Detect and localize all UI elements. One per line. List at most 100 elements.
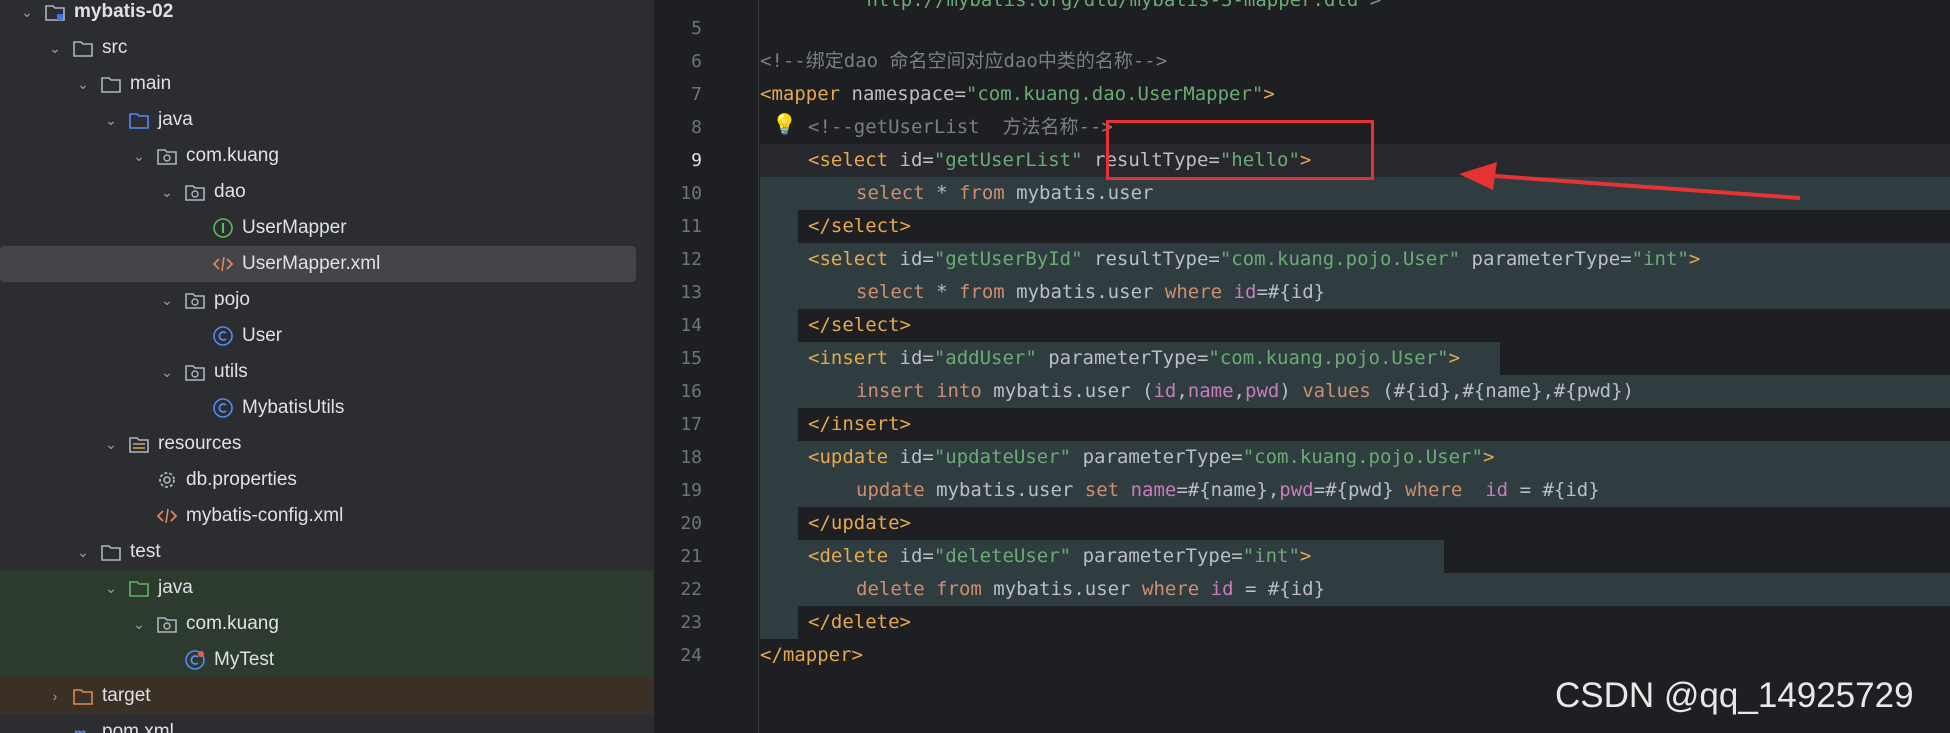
tree-item-dao[interactable]: ⌄ dao (0, 174, 654, 210)
test-source-folder-icon (126, 575, 152, 601)
project-tree-panel: ⌄ mybatis-02 ⌄ src ⌄ main ⌄ java ⌄ com.k… (0, 0, 654, 733)
tree-item-mybatisutils[interactable]: MybatisUtils (0, 390, 654, 426)
chevron-down-icon[interactable]: ⌄ (158, 354, 176, 390)
maven-icon: m (70, 719, 96, 733)
chevron-down-icon[interactable]: ⌄ (102, 570, 120, 606)
tree-item-label: src (102, 37, 128, 58)
svg-text:m: m (74, 725, 86, 733)
module-folder-icon (42, 0, 68, 25)
chevron-down-icon[interactable]: ⌄ (18, 0, 36, 30)
tree-item-label: db.properties (186, 469, 297, 490)
code-line: update mybatis.user set name=#{name},pwd… (856, 479, 1600, 501)
tree-item-label: MybatisUtils (242, 397, 345, 418)
tree-item-label: UserMapper.xml (242, 253, 381, 274)
tree-item-label: dao (214, 181, 246, 202)
line-number: 9 (691, 150, 702, 171)
code-line: <delete id="deleteUser" parameterType="i… (808, 545, 1312, 567)
line-number: 23 (680, 612, 702, 633)
chevron-down-icon[interactable]: ⌄ (102, 102, 120, 138)
tree-item-com-kuang[interactable]: ⌄ com.kuang (0, 138, 654, 174)
chevron-right-icon[interactable]: › (46, 678, 64, 714)
watermark: CSDN @qq_14925729 (1555, 676, 1914, 715)
tree-item-label: mybatis-02 (74, 1, 174, 22)
line-number: 6 (691, 51, 702, 72)
tree-item-target[interactable]: › target (0, 678, 654, 714)
code-line: </mapper> (760, 644, 863, 666)
tree-item-usermapper-xml[interactable]: UserMapper.xml (0, 246, 636, 282)
tree-item-test[interactable]: ⌄ test (0, 534, 654, 570)
tree-item-label: MyTest (214, 649, 275, 670)
line-number: 15 (680, 348, 702, 369)
code-line: <mapper namespace="com.kuang.dao.UserMap… (760, 83, 1275, 105)
tree-item-mytest[interactable]: MyTest (0, 642, 654, 678)
interface-icon (210, 215, 236, 241)
code-line: </insert> (808, 413, 911, 435)
tree-item-label: com.kuang (186, 613, 279, 634)
chevron-down-icon[interactable]: ⌄ (158, 174, 176, 210)
code-line: delete from mybatis.user where id = #{id… (856, 578, 1326, 600)
gutter-divider (758, 0, 759, 733)
tree-item-label: mybatis-config.xml (186, 505, 344, 526)
tree-item-label: resources (158, 433, 242, 454)
tree-item-utils[interactable]: ⌄ utils (0, 354, 654, 390)
line-number: 13 (680, 282, 702, 303)
test-class-icon (182, 647, 208, 673)
code-editor[interactable]: 5 6 7 8 9 10 11 12 13 14 15 16 17 18 19 … (654, 0, 1950, 733)
resources-folder-icon (126, 431, 152, 457)
tree-item-pojo[interactable]: ⌄ pojo (0, 282, 654, 318)
code-line: </update> (808, 512, 911, 534)
tree-item-label: com.kuang (186, 145, 279, 166)
package-icon (182, 179, 208, 205)
code-line: select * from mybatis.user (856, 182, 1154, 204)
annotation-arrow-icon (1459, 162, 1801, 200)
line-number: 8 (691, 117, 702, 138)
code-line: insert into mybatis.user (id,name,pwd) v… (856, 380, 1634, 402)
line-number: 5 (691, 18, 702, 39)
tree-item-mybatis-02[interactable]: ⌄ mybatis-02 (0, 0, 654, 30)
tree-item-label: java (158, 577, 193, 598)
tree-item-label: User (242, 325, 283, 346)
chevron-down-icon[interactable]: ⌄ (102, 426, 120, 462)
class-icon (210, 395, 236, 421)
chevron-down-icon[interactable]: ⌄ (158, 282, 176, 318)
tree-item-test-java[interactable]: ⌄ java (0, 570, 654, 606)
chevron-down-icon[interactable]: ⌄ (46, 30, 64, 66)
package-icon (182, 359, 208, 385)
tree-item-resources[interactable]: ⌄ resources (0, 426, 654, 462)
source-folder-icon (126, 107, 152, 133)
line-number: 14 (680, 315, 702, 336)
tree-item-label: target (102, 685, 151, 706)
chevron-down-icon[interactable]: ⌄ (130, 138, 148, 174)
code-line: </delete> (808, 611, 911, 633)
tree-item-user[interactable]: User (0, 318, 654, 354)
tree-item-java[interactable]: ⌄ java (0, 102, 654, 138)
class-icon (210, 323, 236, 349)
annotation-highlight-box (1106, 120, 1374, 180)
code-line: <select id="getUserById" resultType="com… (808, 248, 1701, 270)
tree-item-label: UserMapper (242, 217, 347, 238)
tree-item-src[interactable]: ⌄ src (0, 30, 654, 66)
line-number: 17 (680, 414, 702, 435)
tree-item-pom-xml[interactable]: m pom.xml (0, 714, 654, 733)
code-line: </select> (808, 215, 911, 237)
line-number: 20 (680, 513, 702, 534)
line-number: 22 (680, 579, 702, 600)
tree-item-mybatis-config-xml[interactable]: mybatis-config.xml (0, 498, 654, 534)
chevron-down-icon[interactable]: ⌄ (130, 606, 148, 642)
package-icon (154, 611, 180, 637)
code-line: </select> (808, 314, 911, 336)
tree-item-label: test (130, 541, 161, 562)
chevron-down-icon[interactable]: ⌄ (74, 534, 92, 570)
xml-file-icon (154, 503, 180, 529)
package-icon (182, 287, 208, 313)
tree-item-db-properties[interactable]: db.properties (0, 462, 654, 498)
code-line: <insert id="addUser" parameterType="com.… (808, 347, 1461, 369)
tree-item-test-com-kuang[interactable]: ⌄ com.kuang (0, 606, 654, 642)
chevron-down-icon[interactable]: ⌄ (74, 66, 92, 102)
tree-item-usermapper[interactable]: UserMapper (0, 210, 654, 246)
tree-item-main[interactable]: ⌄ main (0, 66, 654, 102)
line-number: 16 (680, 381, 702, 402)
code-line: <!--绑定dao 命名空间对应dao中类的名称--> (760, 50, 1168, 72)
line-gutter: 5 6 7 8 9 10 11 12 13 14 15 16 17 18 19 … (654, 0, 758, 733)
tree-item-label: utils (214, 361, 248, 382)
